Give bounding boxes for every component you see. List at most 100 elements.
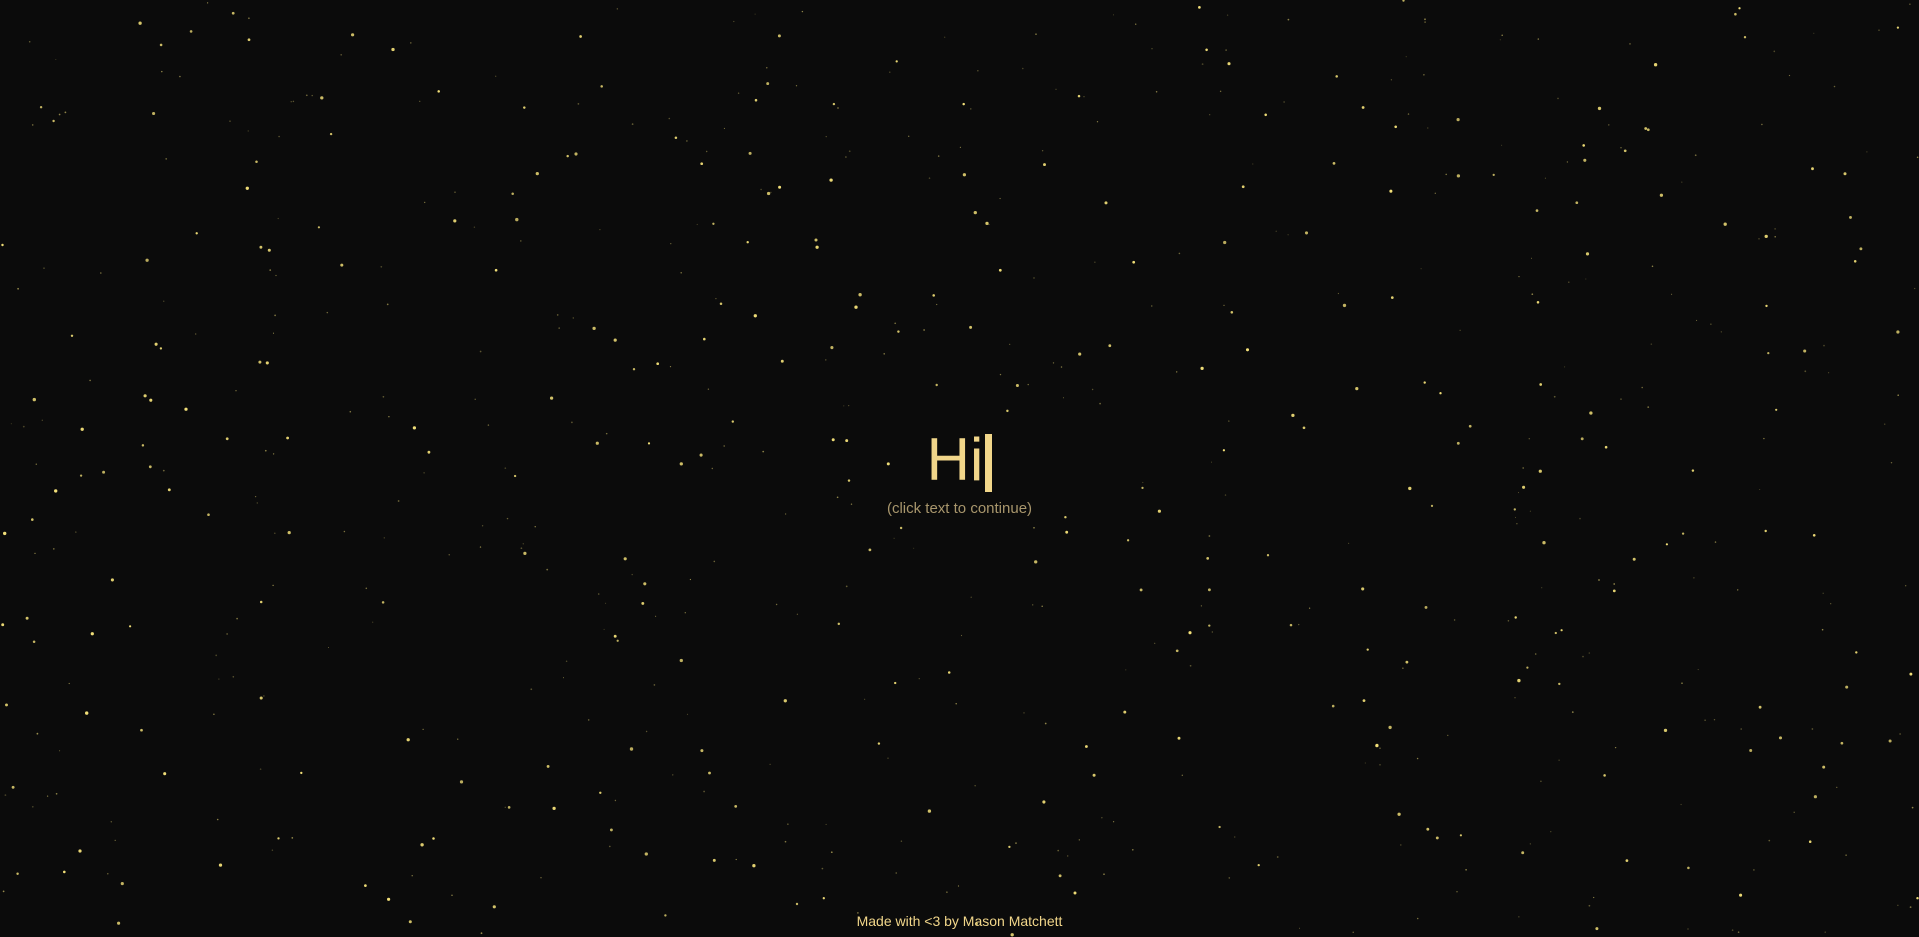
star [259,245,263,249]
star [655,615,657,617]
star [775,603,778,606]
star [1362,699,1366,702]
star [269,269,272,271]
star [1681,682,1683,685]
star [154,342,158,346]
footer-credit: Made with <3 by Mason Matchett [856,913,1063,929]
star [1764,234,1768,239]
star [507,806,511,809]
star [830,346,834,350]
star [1593,896,1595,899]
star [340,53,343,56]
star [163,300,165,302]
star [1773,50,1776,53]
star [1822,765,1826,769]
star [1822,592,1824,595]
star [1230,311,1234,314]
star [1535,209,1539,212]
star [492,905,496,909]
star [1205,48,1208,52]
star [705,150,708,153]
star [923,329,925,331]
star [1531,293,1534,296]
star [277,837,280,840]
star [1804,370,1807,373]
star [1078,352,1082,356]
star [1416,757,1419,760]
star [52,548,55,550]
star [459,780,464,784]
star [837,622,841,626]
star [1521,851,1525,855]
star [1227,62,1231,66]
star [848,405,850,407]
star [1492,173,1495,177]
star [1062,397,1065,399]
star [271,849,274,852]
star [1060,366,1063,368]
star [1283,101,1285,103]
greeting-text[interactable]: Hi [927,420,984,500]
star [1537,38,1540,40]
star [152,111,156,116]
star [1739,893,1743,897]
star [597,593,600,595]
star [962,173,967,177]
star [918,678,920,680]
star [1541,587,1543,589]
star [1091,388,1094,391]
star [877,742,881,745]
star [343,530,346,533]
star [689,578,692,581]
star [1575,201,1579,205]
star [58,113,61,116]
star [1335,75,1338,78]
star [796,613,799,615]
star [814,238,818,242]
star [1720,331,1722,333]
star [858,293,862,297]
star [1226,14,1229,16]
star [1758,705,1762,709]
star [1456,174,1461,178]
star [99,272,102,274]
star [1379,763,1381,766]
star [432,837,435,840]
star [955,703,957,705]
star [511,192,514,195]
star [259,600,263,604]
star [1811,167,1814,171]
star [1225,49,1227,51]
star [1603,774,1606,777]
star [998,268,1002,272]
star [495,75,497,77]
star [684,612,686,614]
greeting-text-button[interactable]: Hi [927,420,993,500]
star [1427,127,1429,129]
star [1501,144,1503,146]
star [753,314,757,318]
star [1743,36,1747,39]
star [267,248,271,252]
star [340,263,344,267]
star [832,102,836,106]
star [700,162,704,166]
star [577,103,580,105]
star [1897,394,1899,396]
star [825,359,827,361]
star [494,268,498,272]
star [1529,843,1531,845]
star [1252,163,1254,165]
star [784,840,787,843]
star [599,228,601,231]
star [1245,348,1250,352]
star [897,330,900,333]
star [1632,557,1636,561]
star [599,791,602,795]
star [1331,704,1335,708]
star [11,785,15,789]
star [783,699,787,703]
star [1055,88,1057,90]
star [959,146,961,148]
star [1445,173,1447,176]
